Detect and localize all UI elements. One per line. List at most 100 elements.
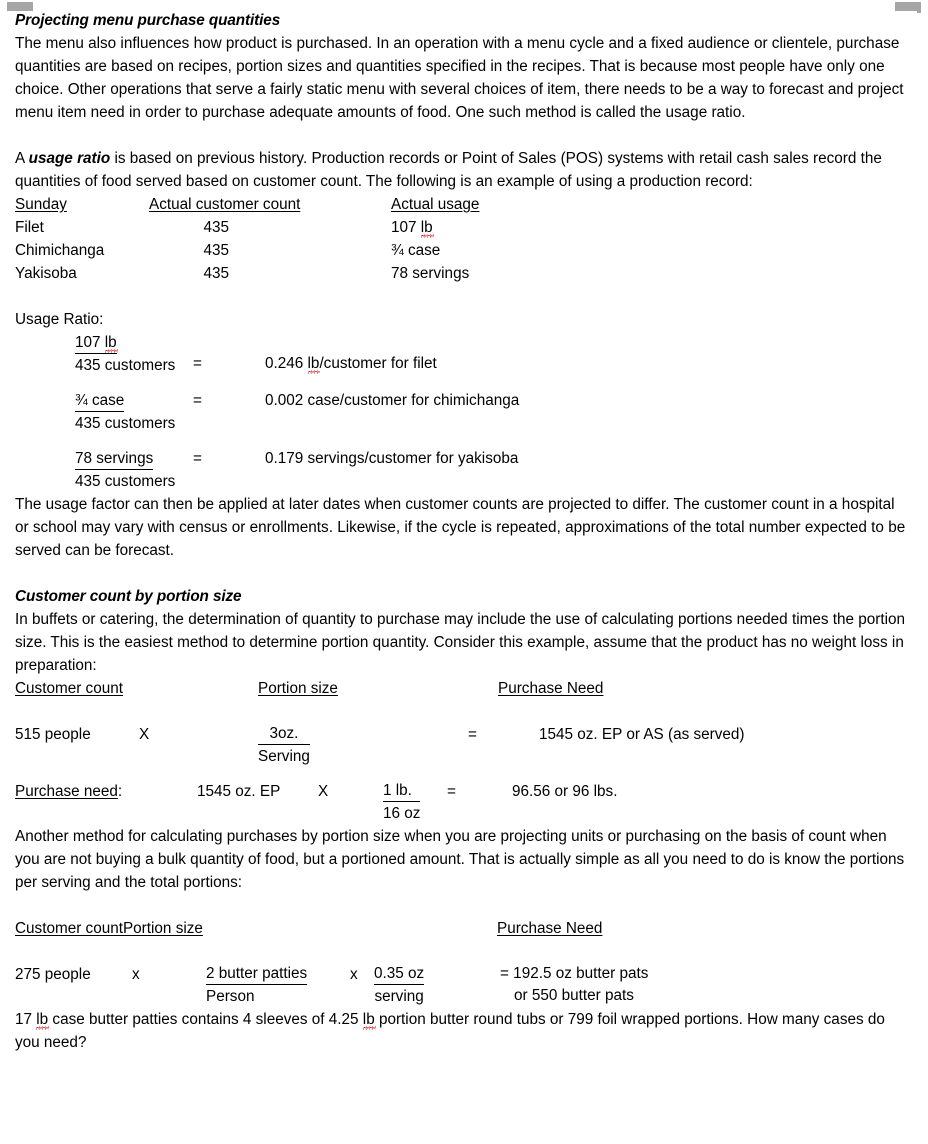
fraction-portion-size: 3oz. Serving [258,723,310,768]
butter-table-header-purchase-need: Purchase Need [497,920,603,937]
fraction-butter-patties: 2 butter patties Person [206,963,308,1008]
margin-corner-top-right-vertical-icon [917,2,921,13]
equals-glyph-filet: = [193,355,202,372]
closing-misspelled-1: lb [36,1011,49,1028]
numerator-misspelled-filet: lb [104,334,117,351]
portion-table-header-purchase-need: Purchase Need [498,680,604,697]
closing-misspelled-2: lb [362,1011,375,1028]
purchase-need-equals-sign: = [447,783,456,800]
usage-ratio-calculation-yakisoba: 78 servings 435 customers = 0.179 servin… [15,447,912,493]
fraction-numerator-conversion: 1 lb. [383,780,421,802]
usage-ratio-result-chimichanga: 0.002 case/customer for chimichanga [265,392,520,409]
production-record-count-spacer [229,239,391,262]
paragraph-menu-influence: The menu also influences how product is … [15,35,904,121]
purchase-need-result: 96.56 or 96 lbs. [512,783,618,800]
margin-corner-top-left-vertical-icon [7,2,11,11]
table-row: Filet 435 107 lb [15,216,912,239]
butter-table-header-row: Customer countPortion size Purchase Need [15,917,912,940]
butter-result-line-1: = 192.5 oz butter pats [500,965,649,982]
production-record-header-customer-count: Actual customer count [149,196,301,213]
portion-table-header-row: Customer count Portion size Purchase Nee… [15,677,912,700]
fraction-butter-size: 0.35 oz serving [374,963,425,1008]
closing-pre: 17 [15,1011,37,1028]
usage-ratio-result-yakisoba: 0.179 servings/customer for yakisoba [265,450,519,467]
portion-table-header-portion-size: Portion size [258,680,338,697]
table-row: 515 people X 3oz. Serving = 1545 oz. EP … [15,723,912,768]
usage-unit-filet-misspelled: lb [420,219,433,236]
usage-ratio-calculation-filet: 107 lb 435 customers = 0.246 lb/customer… [15,331,912,377]
production-record-count-yakisoba: 435 [203,265,229,282]
result-text-filet: 0.246 [265,355,308,372]
butter-row-portion-fraction: 2 butter patties Person [206,963,350,1008]
result-misspelled-filet: lb [307,355,320,372]
fraction-denominator-person: Person [206,988,255,1005]
result-suffix-filet: /customer for filet [319,355,437,372]
table-spacer [15,285,912,308]
document-page: Projecting menu purchase quantities The … [0,0,928,1144]
fraction-numerator-filet: 107 lb [75,332,117,354]
fraction-filet: 107 lb 435 customers [15,331,193,377]
section-heading-customer-count-by-portion-size: Customer count by portion size [15,588,242,605]
usage-value-filet: 107 [391,219,421,236]
portion-row-spacer [15,768,912,780]
fraction-numerator-yakisoba: 78 servings [75,448,154,470]
production-record-item-yakisoba: Yakisoba [15,265,77,282]
usage-ratio-intro-part2: is based on previous history. Production… [15,150,882,190]
purchase-need-label: Purchase need: [15,783,123,800]
portion-row-multiply-sign: X [139,726,150,743]
fraction-yakisoba: 78 servings 435 customers [15,447,193,493]
numerator-text-filet: 107 [75,334,105,351]
closing-mid-1: case butter patties contains 4 sleeves o… [48,1011,363,1028]
purchase-need-label-colon: : [117,783,123,800]
fraction-numerator-ounces: 0.35 oz [374,963,425,985]
calc-spacer [15,377,912,389]
butter-row-customer-count: 275 people [15,966,91,983]
purchase-need-multiply-sign: X [318,783,329,800]
equals-sign-yakisoba: = [193,450,202,467]
fraction-denominator-conversion: 16 oz [383,805,421,822]
paragraph-another-method: Another method for calculating purchases… [15,828,905,891]
equals-sign-chimichanga: = [193,392,202,409]
purchase-need-value: 1545 oz. EP [197,783,281,800]
butter-row-multiply-sign-1: x [132,966,140,983]
butter-result-line-2: or 550 butter pats [514,987,634,1004]
fraction-denominator-serving: serving [374,988,424,1005]
butter-row-multiply-sign-2: x [350,966,358,983]
fraction-numerator-butter-patties: 2 butter patties [206,963,308,985]
calc-spacer [15,435,912,447]
fraction-numerator-chimichanga: ¾ case [75,390,125,412]
butter-table-header-left: Customer countPortion size [15,920,203,937]
purchase-need-conversion-fraction: 1 lb. 16 oz [383,780,447,825]
table-row: Purchase need: 1545 oz. EP X 1 lb. 16 oz… [15,780,912,825]
equals-sign-filet: = [193,331,265,375]
portion-row-customer-count: 515 people [15,726,91,743]
production-record-item-filet: Filet [15,219,44,236]
fraction-denominator-filet: 435 customers [75,357,176,374]
usage-ratio-result-filet: 0.246 lb/customer for filet [265,331,912,375]
usage-ratio-intro-part1: A [15,150,29,167]
table-row: Chimichanga 435 ¾ case [15,239,912,262]
production-record-usage-filet: 107 lb [391,216,591,239]
production-record-header-actual-usage: Actual usage [391,196,480,213]
fraction-denominator-portion: Serving [258,748,310,765]
usage-ratio-calculation-chimichanga: ¾ case 435 customers = 0.002 case/custom… [15,389,912,435]
production-record-item-chimichanga: Chimichanga [15,242,105,259]
usage-ratio-emphasis: usage ratio [28,150,111,167]
butter-row-size-fraction: 0.35 oz serving [374,963,500,1008]
paragraph-usage-ratio-intro: A usage ratio is based on previous histo… [15,147,912,193]
production-record-usage-chimichanga: ¾ case [391,242,441,259]
production-record-usage-yakisoba: 78 servings [391,265,470,282]
fraction-denominator-yakisoba: 435 customers [75,473,176,490]
production-record-count-filet: 435 [203,219,229,236]
table-row: 275 people x 2 butter patties Person x 0… [15,963,912,1008]
usage-ratio-label: Usage Ratio: [15,311,104,328]
paragraph-closing-question: 17 lb case butter patties contains 4 sle… [15,1008,912,1054]
portion-table-header-customer-count: Customer count [15,680,123,697]
production-record-count-spacer [229,262,391,285]
paragraph-usage-factor: The usage factor can then be applied at … [15,496,906,559]
portion-row-purchase-need: 1545 oz. EP or AS (as served) [539,726,745,743]
portion-row-equals-sign: = [468,726,477,743]
